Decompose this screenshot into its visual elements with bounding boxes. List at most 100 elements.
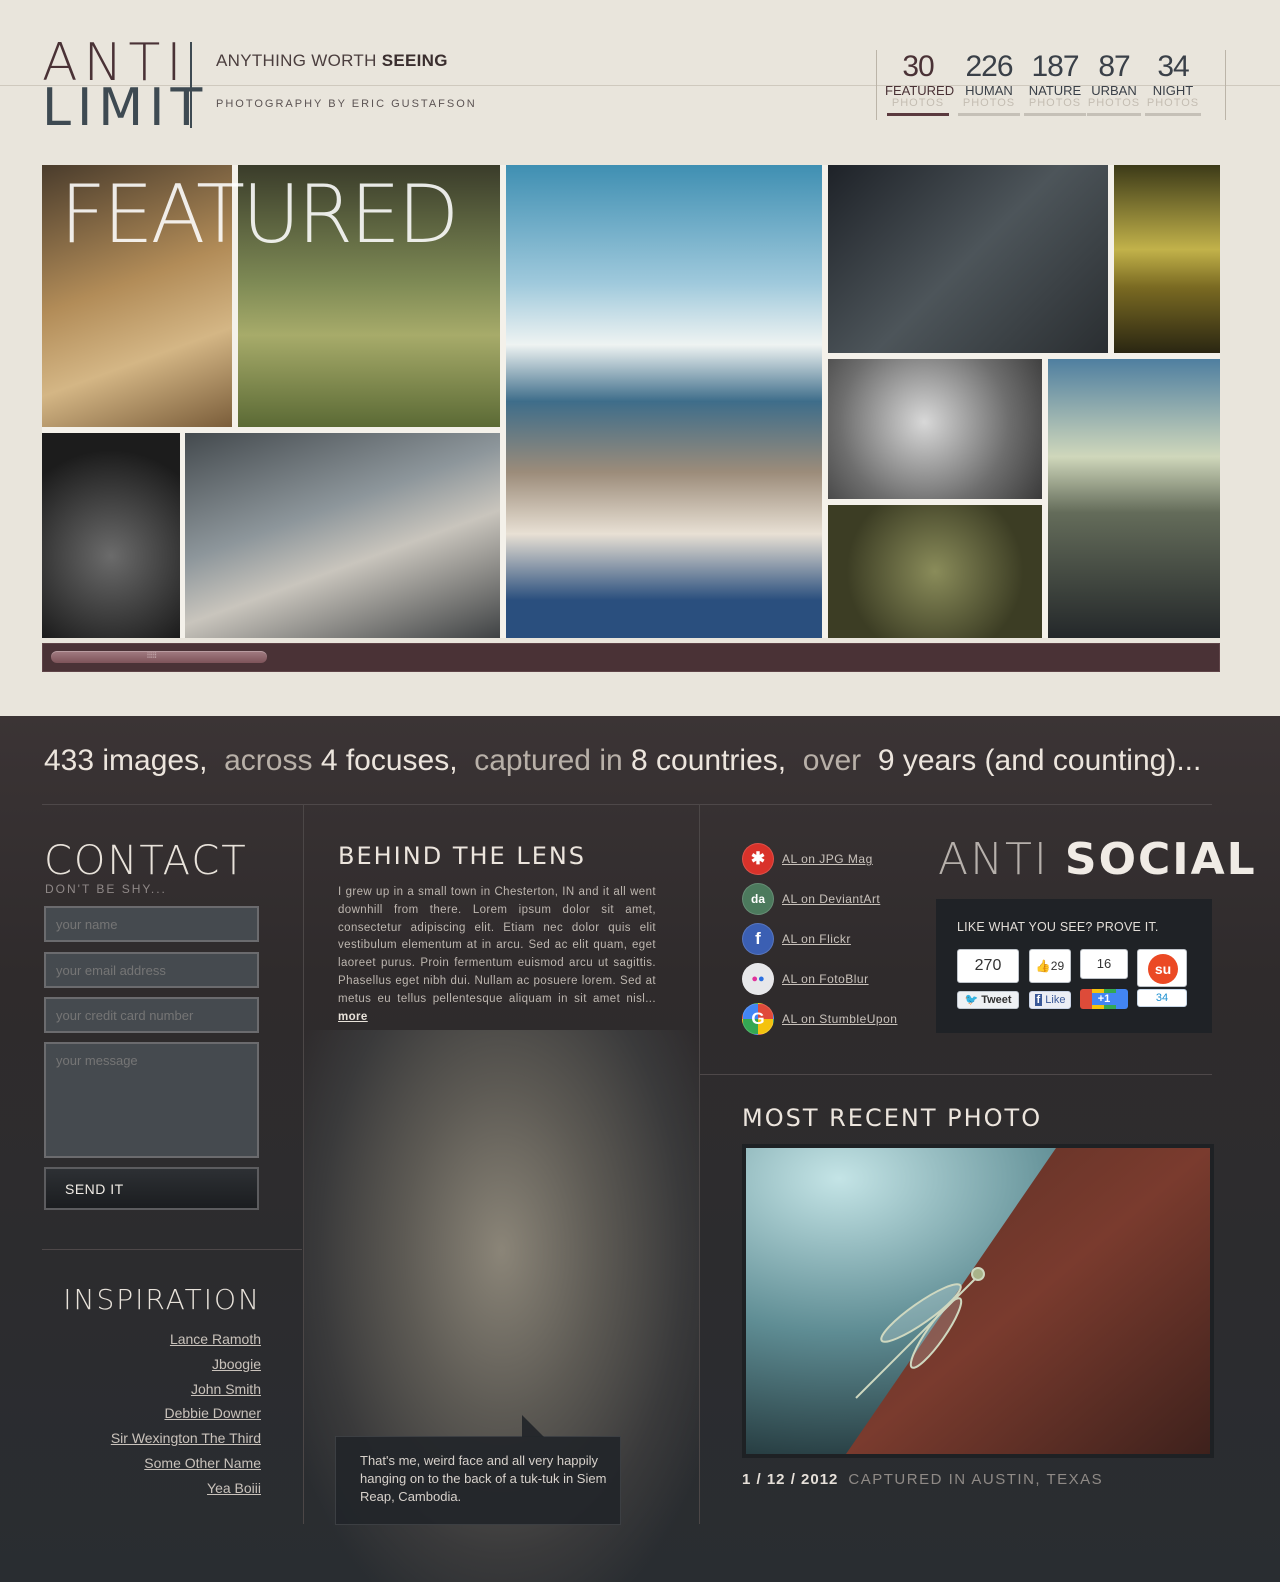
stat-number: 226	[965, 50, 1013, 83]
stat-number: 187	[1031, 50, 1079, 83]
stumbleupon-icon: su	[1148, 954, 1178, 984]
photo-city-street[interactable]	[1048, 359, 1220, 638]
tagline-prefix: ANYTHING WORTH	[216, 51, 382, 70]
logo-bar	[190, 42, 192, 128]
summary-headline: 433 images, across 4 focuses, captured i…	[44, 744, 1201, 778]
share-widgets: LIKE WHAT YOU SEE? PROVE IT. 270 🐦 Tweet…	[936, 899, 1212, 1033]
message-field[interactable]	[44, 1042, 259, 1158]
tagline-bold: SEEING	[381, 51, 448, 70]
recent-location: CAPTURED IN AUSTIN, TEXAS	[848, 1471, 1104, 1488]
inspiration-list: Lance Ramoth Jboogie John Smith Debbie D…	[40, 1327, 261, 1501]
social-link-label[interactable]: AL on FotoBlur	[782, 972, 869, 986]
gallery-scrollbar[interactable]: ⁞⁞⁞⁞⁞	[42, 643, 1220, 672]
inspiration-link[interactable]: Jboogie	[40, 1352, 261, 1377]
stat-night[interactable]: 34 NIGHT PHOTOS	[1143, 50, 1203, 116]
photo-market-woman[interactable]	[828, 165, 1108, 353]
column-divider	[699, 804, 700, 1524]
inspiration-link[interactable]: Lance Ramoth	[40, 1327, 261, 1352]
plusone-count: 16	[1080, 949, 1128, 979]
like-button[interactable]: f Like	[1029, 991, 1071, 1009]
stat-sublabel: PHOTOS	[1087, 97, 1141, 109]
recent-photo[interactable]	[742, 1144, 1214, 1458]
inspiration-link[interactable]: Sir Wexington The Third	[40, 1426, 261, 1451]
recent-date: 1 / 12 / 2012	[742, 1471, 839, 1488]
tagline: ANYTHING WORTH SEEING	[216, 51, 448, 71]
logo-bottom-text: LIMIT	[42, 78, 209, 138]
deviantart-icon: da	[742, 883, 774, 915]
summary-years: 9 years (and counting)...	[877, 744, 1202, 777]
inspiration-title: INSPIRATION	[63, 1283, 261, 1316]
thumbs-up-icon: 👍	[1035, 959, 1051, 973]
tweet-count: 270	[957, 949, 1019, 983]
summary-across: across	[224, 744, 313, 777]
social-link-label[interactable]: AL on Flickr	[782, 932, 851, 946]
content-section: 433 images, across 4 focuses, captured i…	[0, 716, 1280, 1582]
tweet-label: Tweet	[981, 994, 1012, 1006]
antisocial-title: ANTI SOCIAL	[938, 834, 1257, 885]
caption-pointer	[522, 1415, 544, 1437]
plusone-button[interactable]: +1	[1080, 989, 1128, 1009]
inspiration-link[interactable]: Debbie Downer	[40, 1401, 262, 1426]
summary-focuses: 4 focuses,	[320, 744, 458, 777]
category-stats: 30 FEATURED PHOTOS 226 HUMAN PHOTOS 187 …	[876, 50, 1226, 120]
stat-sublabel: PHOTOS	[962, 97, 1016, 109]
contact-subtitle: DON'T BE SHY...	[45, 882, 167, 896]
stat-underline	[1087, 113, 1141, 116]
scroll-thumb[interactable]: ⁞⁞⁞⁞⁞	[51, 651, 267, 663]
stat-label: NATURE	[1028, 83, 1082, 98]
header-section: ANTI LIMIT ANYTHING WORTH SEEING PHOTOGR…	[0, 0, 1280, 720]
stat-underline	[887, 113, 949, 116]
stat-urban[interactable]: 87 URBAN PHOTOS	[1085, 50, 1143, 116]
stat-nature[interactable]: 187 NATURE PHOTOS	[1022, 50, 1088, 116]
logo[interactable]: ANTI LIMIT	[42, 37, 202, 134]
summary-countries: 8 countries,	[631, 744, 787, 777]
inspiration-link[interactable]: Some Other Name	[40, 1451, 261, 1476]
stat-underline	[1024, 113, 1086, 116]
name-field[interactable]	[44, 906, 259, 942]
recent-meta: 1 / 12 / 2012 CAPTURED IN AUSTIN, TEXAS	[742, 1471, 1103, 1488]
stat-sublabel: PHOTOS	[1146, 97, 1200, 109]
photo-sunset-sea[interactable]	[1114, 165, 1220, 353]
social-link-label[interactable]: AL on DeviantArt	[782, 892, 880, 906]
divider	[700, 1074, 1212, 1075]
social-link-label[interactable]: AL on StumbleUpon	[782, 1012, 897, 1026]
stumble-count: 34	[1137, 989, 1187, 1007]
contact-title: CONTACT	[44, 838, 248, 884]
behind-text: I grew up in a small town in Chesterton,…	[338, 884, 656, 1026]
photo-child-water[interactable]	[828, 505, 1042, 638]
photo-lion-cub[interactable]	[42, 433, 180, 638]
social-link-label[interactable]: AL on JPG Mag	[782, 852, 873, 866]
credit-card-field[interactable]	[44, 997, 259, 1033]
stat-underline	[1145, 113, 1201, 116]
tweet-button[interactable]: 🐦 Tweet	[957, 991, 1019, 1009]
email-field[interactable]	[44, 952, 259, 988]
grip-icon: ⁞⁞⁞⁞⁞	[147, 653, 157, 660]
more-link[interactable]: more	[338, 1011, 368, 1023]
stat-number: 87	[1098, 50, 1130, 83]
inspiration-link[interactable]: Yea Boiii	[40, 1476, 261, 1501]
divider	[42, 1249, 302, 1250]
stat-sublabel: PHOTOS	[891, 97, 945, 109]
photo-boat-woman[interactable]	[506, 165, 822, 638]
like-label: Like	[1045, 994, 1066, 1006]
stat-featured[interactable]: 30 FEATURED PHOTOS	[885, 50, 955, 116]
like-count: 👍29	[1029, 949, 1071, 983]
send-button[interactable]: SEND IT	[44, 1167, 259, 1210]
twitter-icon: 🐦	[964, 994, 979, 1006]
google-icon: G	[742, 1003, 774, 1035]
behind-title: BEHIND THE LENS	[338, 842, 587, 870]
recent-title: MOST RECENT PHOTO	[742, 1104, 1043, 1132]
inspiration-link[interactable]: John Smith	[40, 1377, 261, 1402]
featured-title: FEATURED	[60, 168, 459, 261]
stat-human[interactable]: 226 HUMAN PHOTOS	[956, 50, 1022, 116]
antisocial-thin: ANTI	[938, 834, 1049, 885]
photo-street-dog[interactable]	[185, 433, 500, 638]
stat-label: URBAN	[1091, 83, 1137, 98]
like-count-value: 29	[1050, 959, 1065, 973]
photo-girl-bw[interactable]	[828, 359, 1042, 499]
summary-images: 433 images,	[44, 744, 208, 777]
stumble-badge: su	[1137, 949, 1187, 987]
stat-number: 34	[1157, 50, 1189, 83]
stat-label: FEATURED	[885, 83, 955, 98]
stat-label: NIGHT	[1152, 83, 1194, 98]
